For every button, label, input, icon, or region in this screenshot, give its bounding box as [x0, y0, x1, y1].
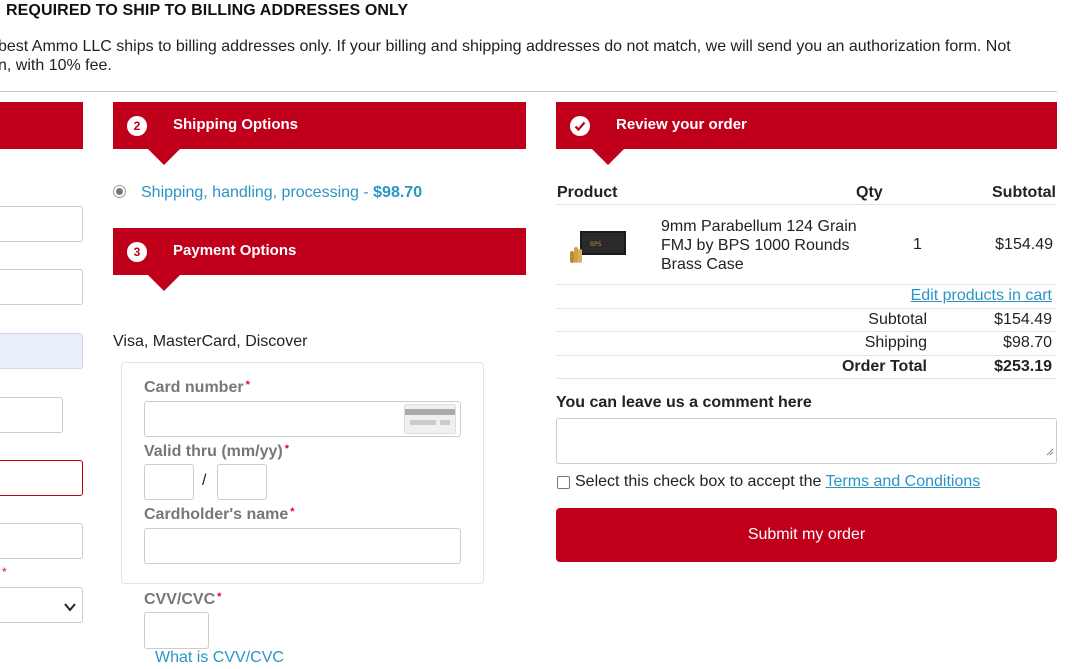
- step-number-badge: 3: [127, 242, 147, 262]
- chevron-down-icon: [64, 599, 76, 617]
- shipping-options-banner: 2 Shipping Options: [113, 102, 526, 149]
- banner-arrow-icon: [592, 149, 624, 165]
- banner-arrow-icon: [148, 149, 180, 165]
- card-number-input[interactable]: [144, 401, 461, 437]
- billing-banner: [0, 102, 83, 149]
- review-order-banner: Review your order: [556, 102, 1057, 149]
- shipping-option-label: Shipping, handling, processing -: [141, 184, 374, 201]
- billing-field-1[interactable]: [0, 206, 83, 242]
- card-number-label: Card number *: [144, 379, 250, 396]
- svg-text:BPS: BPS: [590, 241, 602, 248]
- payment-method-label: Visa, MasterCard, Discover: [113, 333, 308, 350]
- payment-options-title: Payment Options: [173, 242, 297, 259]
- product-name-line2: FMJ by BPS 1000 Rounds: [661, 237, 850, 254]
- required-mark: *: [2, 565, 7, 579]
- row-divider: [556, 331, 1057, 332]
- credit-card-icon: [404, 404, 456, 439]
- banner-arrow-icon: [148, 275, 180, 291]
- product-name-line3: Brass Case: [661, 256, 744, 273]
- cardholder-label: Cardholder's name *: [144, 506, 295, 523]
- notice-text-line2: n, with 10% fee.: [0, 57, 112, 74]
- order-total-label: Order Total: [841, 358, 927, 375]
- terms-link[interactable]: Terms and Conditions: [826, 473, 981, 490]
- billing-field-3[interactable]: [0, 333, 83, 369]
- expiry-month-input[interactable]: [144, 464, 194, 500]
- cvv-input[interactable]: [144, 612, 209, 649]
- edit-products-link[interactable]: Edit products in cart: [911, 287, 1052, 305]
- radio-selected-icon[interactable]: [113, 185, 126, 198]
- payment-options-banner: 3 Payment Options: [113, 228, 526, 275]
- expiry-year-input[interactable]: [217, 464, 267, 500]
- comment-label: You can leave us a comment here: [556, 394, 812, 411]
- row-divider: [556, 378, 1057, 379]
- comment-textarea[interactable]: [556, 418, 1057, 464]
- summary-subtotal-value: $154.49: [994, 311, 1052, 328]
- step-number-badge: 2: [127, 116, 147, 136]
- review-order-title: Review your order: [616, 116, 747, 133]
- billing-field-4[interactable]: [0, 397, 63, 433]
- notice-title: REQUIRED TO SHIP TO BILLING ADDRESSES ON…: [6, 2, 409, 19]
- terms-text: Select this check box to accept the: [575, 473, 826, 490]
- billing-field-2[interactable]: [0, 269, 83, 305]
- order-item-row: BPS 9mm Parabellum 124 Grain FMJ by BPS …: [556, 205, 1057, 284]
- col-product: Product: [557, 184, 618, 201]
- product-name-line1: 9mm Parabellum 124 Grain: [661, 218, 857, 235]
- row-divider: [556, 284, 1057, 285]
- check-circle-icon: [570, 116, 590, 136]
- billing-field-5[interactable]: [0, 460, 83, 496]
- item-qty: 1: [913, 236, 922, 253]
- expiry-separator: /: [202, 472, 207, 489]
- billing-select[interactable]: [0, 587, 83, 623]
- valid-thru-label: Valid thru (mm/yy) *: [144, 443, 289, 460]
- terms-checkbox[interactable]: [557, 476, 570, 489]
- col-subtotal: Subtotal: [992, 184, 1056, 201]
- order-total-value: $253.19: [994, 358, 1052, 375]
- cvv-help-link[interactable]: What is CVV/CVC: [155, 649, 284, 667]
- product-thumbnail: BPS: [570, 229, 628, 270]
- submit-order-button[interactable]: Submit my order: [556, 508, 1057, 562]
- summary-shipping-label: Shipping: [864, 334, 927, 351]
- shipping-option-price: $98.70: [373, 184, 423, 201]
- row-divider: [556, 355, 1057, 356]
- cvv-label: CVV/CVC *: [144, 591, 222, 608]
- summary-shipping-value: $98.70: [1003, 334, 1052, 351]
- cardholder-input[interactable]: [144, 528, 461, 564]
- row-divider: [556, 308, 1057, 309]
- resize-handle-icon[interactable]: [1046, 443, 1054, 461]
- notice-text: best Ammo LLC ships to billing addresses…: [0, 37, 1058, 75]
- divider: [0, 91, 1057, 92]
- billing-field-6[interactable]: [0, 523, 83, 559]
- shipping-options-title: Shipping Options: [173, 116, 298, 133]
- item-subtotal: $154.49: [995, 236, 1053, 253]
- col-qty: Qty: [856, 184, 883, 201]
- summary-subtotal-label: Subtotal: [868, 311, 927, 328]
- order-table-header: Product Qty Subtotal: [556, 184, 1057, 204]
- notice-text-line1: best Ammo LLC ships to billing addresses…: [0, 38, 1011, 55]
